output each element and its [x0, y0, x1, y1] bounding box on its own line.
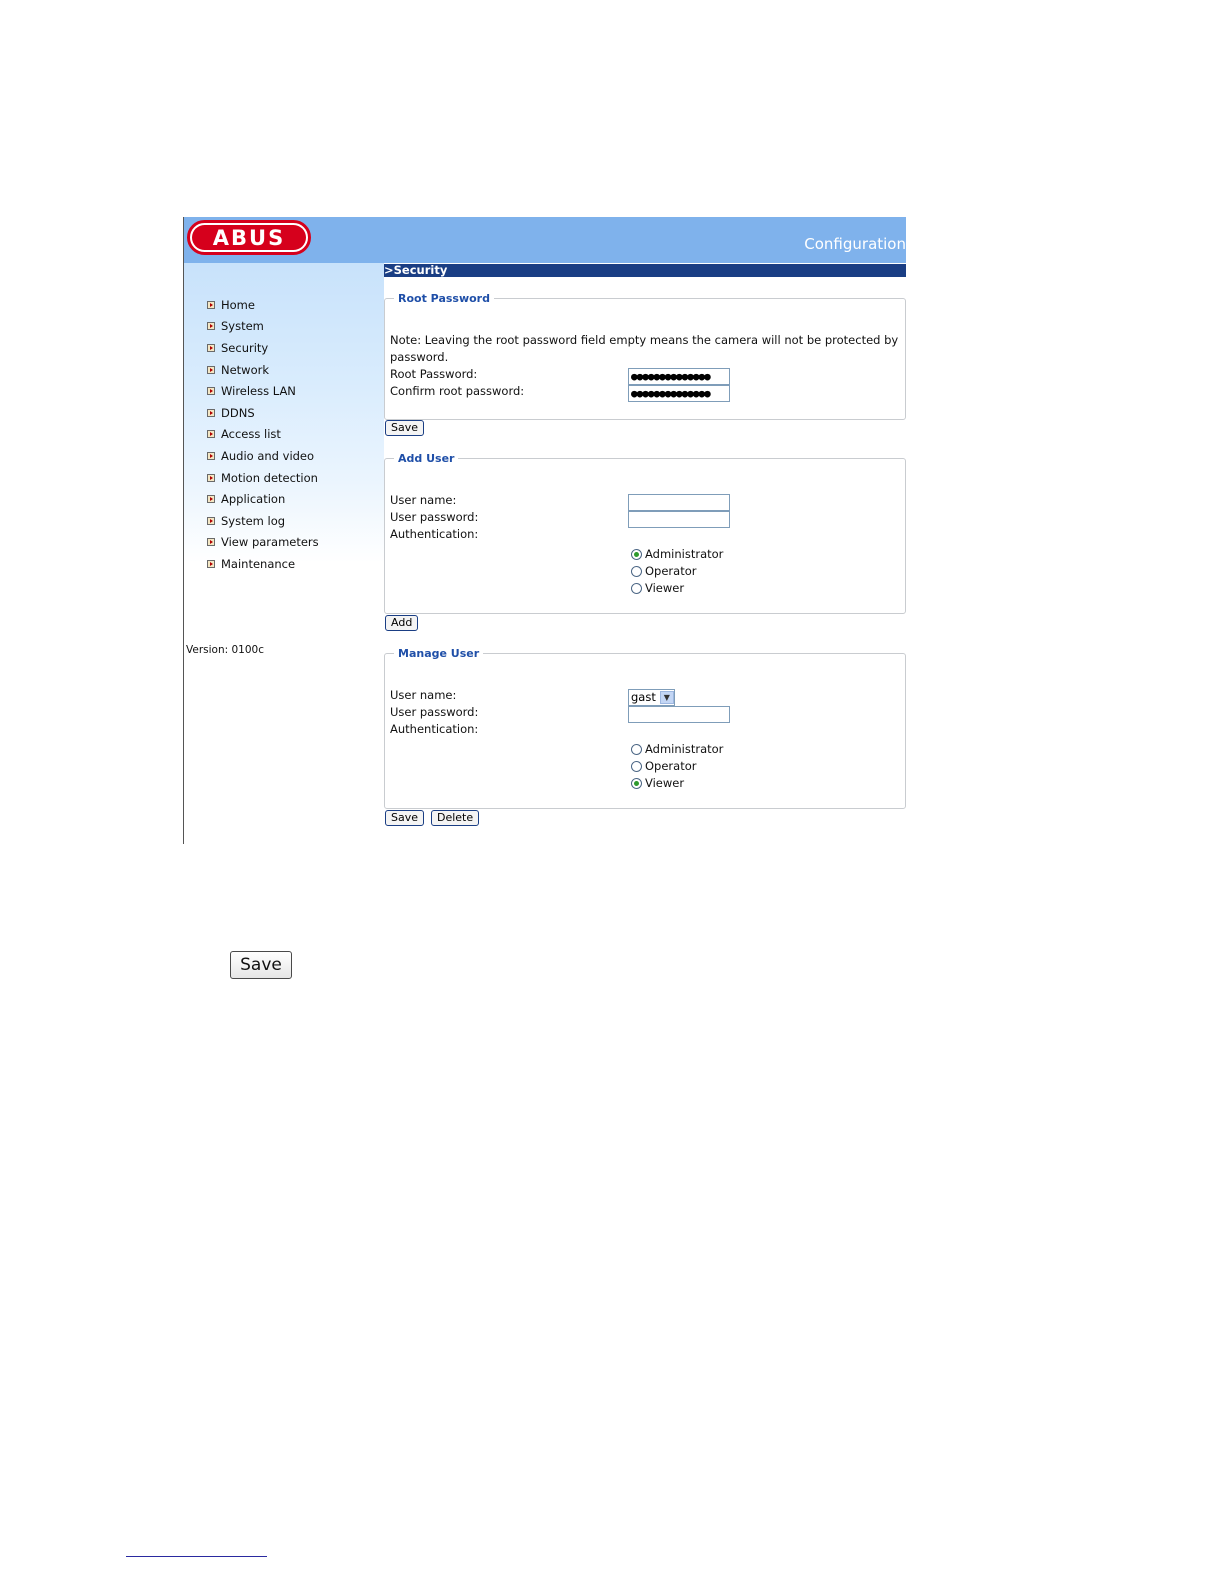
- sidebar-item-system-log[interactable]: System log: [207, 510, 319, 532]
- arrow-bullet-icon: [207, 365, 215, 374]
- add-password-input[interactable]: [628, 511, 730, 528]
- abus-logo: ABUS: [187, 220, 311, 255]
- sidebar-item-security[interactable]: Security: [207, 337, 319, 359]
- arrow-bullet-icon: [207, 387, 215, 396]
- radio-label: Viewer: [645, 776, 685, 790]
- radio-label: Administrator: [645, 742, 724, 756]
- root-password-save-button[interactable]: Save: [385, 420, 425, 436]
- sidebar-item-label: System log: [221, 513, 286, 528]
- add-auth-operator-radio[interactable]: Operator: [631, 564, 696, 578]
- arrow-bullet-icon: [207, 451, 215, 460]
- add-password-label: User password:: [390, 510, 479, 524]
- manage-user-save-button[interactable]: Save: [385, 810, 425, 826]
- root-password-fieldset: Root Password Note: Leaving the root pas…: [384, 292, 906, 420]
- radio-label: Administrator: [645, 547, 724, 561]
- sidebar: Home System Security Network Wireless LA…: [184, 263, 384, 844]
- sidebar-item-label: View parameters: [221, 535, 319, 550]
- main-content: >Security Root Password Note: Leaving th…: [384, 263, 906, 844]
- logo-text: ABUS: [192, 225, 306, 250]
- root-password-note-continued: password.: [390, 350, 449, 364]
- manage-user-fieldset: Manage User User name: User password: Au…: [384, 647, 906, 809]
- sidebar-item-access-list[interactable]: Access list: [207, 424, 319, 446]
- sidebar-item-label: DDNS: [221, 405, 255, 420]
- sidebar-item-label: Home: [221, 297, 255, 312]
- arrow-bullet-icon: [207, 300, 215, 309]
- config-page-screenshot: ABUS Configuration Home System Security …: [183, 217, 906, 844]
- sidebar-item-label: Motion detection: [221, 470, 318, 485]
- sidebar-item-label: Maintenance: [221, 556, 296, 571]
- sidebar-item-system[interactable]: System: [207, 316, 319, 338]
- manage-password-input[interactable]: [628, 706, 730, 723]
- root-password-note: Note: Leaving the root password field em…: [390, 333, 899, 347]
- sidebar-item-network[interactable]: Network: [207, 359, 319, 381]
- header-bar: ABUS Configuration: [184, 217, 906, 263]
- arrow-bullet-icon: [207, 538, 215, 547]
- radio-selected-icon: [631, 548, 642, 560]
- manage-user-legend: Manage User: [398, 647, 480, 660]
- page-heading: Configuration: [804, 235, 906, 253]
- manage-auth-operator-radio[interactable]: Operator: [631, 759, 696, 773]
- select-value: gast: [631, 690, 656, 704]
- add-auth-viewer-radio[interactable]: Viewer: [631, 581, 684, 595]
- add-user-fieldset: Add User User name: User password: Authe…: [384, 452, 906, 614]
- chevron-down-icon[interactable]: ▼: [659, 691, 674, 704]
- sidebar-item-label: Application: [221, 492, 286, 507]
- sidebar-item-maintenance[interactable]: Maintenance: [207, 553, 319, 575]
- sidebar-item-motion-detection[interactable]: Motion detection: [207, 467, 319, 489]
- root-password-legend: Root Password: [398, 292, 490, 305]
- add-username-input[interactable]: [628, 494, 730, 511]
- sidebar-item-audio-video[interactable]: Audio and video: [207, 445, 319, 467]
- radio-empty-icon: [631, 743, 642, 755]
- manage-user-delete-button[interactable]: Delete: [431, 810, 480, 826]
- arrow-bullet-icon: [207, 495, 215, 504]
- arrow-bullet-icon: [207, 408, 215, 417]
- arrow-bullet-icon: [207, 516, 215, 525]
- manage-auth-viewer-radio[interactable]: Viewer: [631, 776, 684, 790]
- sidebar-item-label: Wireless LAN: [221, 384, 296, 399]
- radio-empty-icon: [631, 565, 642, 577]
- radio-empty-icon: [631, 760, 642, 772]
- save-button-illustration[interactable]: Save: [230, 951, 292, 979]
- sidebar-item-application[interactable]: Application: [207, 488, 319, 510]
- manage-authentication-label: Authentication:: [390, 722, 479, 736]
- add-auth-administrator-radio[interactable]: Administrator: [631, 547, 723, 561]
- radio-label: Viewer: [645, 581, 685, 595]
- radio-selected-icon: [631, 777, 642, 789]
- radio-label: Operator: [645, 759, 697, 773]
- sidebar-item-wireless-lan[interactable]: Wireless LAN: [207, 380, 319, 402]
- sidebar-item-label: Audio and video: [221, 448, 315, 463]
- arrow-bullet-icon: [207, 559, 215, 568]
- add-user-legend: Add User: [398, 452, 455, 465]
- sidebar-item-label: Security: [221, 340, 269, 355]
- add-username-label: User name:: [390, 493, 457, 507]
- manage-username-select[interactable]: gast ▼: [628, 689, 675, 706]
- sidebar-item-label: System: [221, 319, 264, 334]
- add-user-button[interactable]: Add: [385, 615, 419, 631]
- sidebar-item-view-parameters[interactable]: View parameters: [207, 532, 319, 554]
- confirm-root-password-input[interactable]: ●●●●●●●●●●●●●●: [628, 385, 730, 402]
- add-authentication-label: Authentication:: [390, 527, 479, 541]
- section-title-bar: >Security: [384, 264, 906, 277]
- root-password-label: Root Password:: [390, 367, 478, 381]
- radio-empty-icon: [631, 582, 642, 594]
- sidebar-menu: Home System Security Network Wireless LA…: [207, 294, 319, 575]
- sidebar-item-label: Access list: [221, 427, 281, 442]
- version-text: Version: 0100c: [186, 644, 264, 656]
- arrow-bullet-icon: [207, 430, 215, 439]
- manage-auth-administrator-radio[interactable]: Administrator: [631, 742, 723, 756]
- radio-label: Operator: [645, 564, 697, 578]
- footnote-divider: [126, 1556, 267, 1557]
- arrow-bullet-icon: [207, 343, 215, 352]
- manage-password-label: User password:: [390, 705, 479, 719]
- arrow-bullet-icon: [207, 322, 215, 331]
- sidebar-item-home[interactable]: Home: [207, 294, 319, 316]
- confirm-root-password-label: Confirm root password:: [390, 384, 525, 398]
- sidebar-item-label: Network: [221, 362, 270, 377]
- arrow-bullet-icon: [207, 473, 215, 482]
- root-password-input[interactable]: ●●●●●●●●●●●●●●: [628, 368, 730, 385]
- manage-username-label: User name:: [390, 688, 457, 702]
- sidebar-item-ddns[interactable]: DDNS: [207, 402, 319, 424]
